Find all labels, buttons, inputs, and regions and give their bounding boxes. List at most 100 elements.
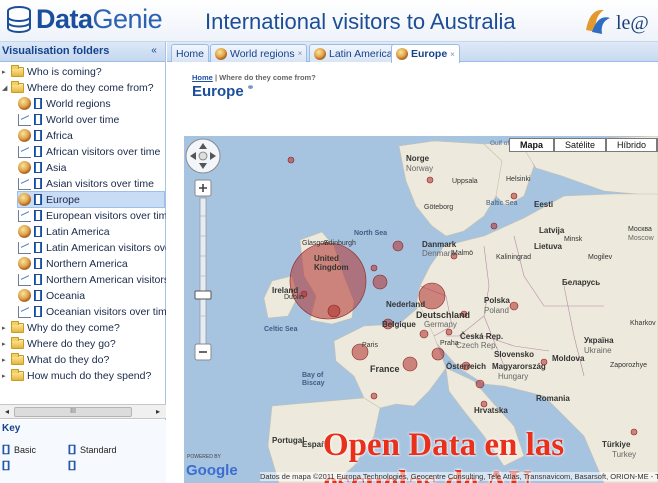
line-chart-icon	[18, 273, 31, 286]
tree-item-what-do-they-do[interactable]: ▸ What do they do?	[2, 351, 109, 368]
app-header: DataGenie International visitors to Aust…	[0, 0, 658, 42]
tree-item-world-over-time[interactable]: World over time	[18, 111, 119, 128]
tree-item-european-visitors-over-time[interactable]: European visitors over time	[18, 207, 166, 224]
key-item-extra	[68, 460, 80, 471]
document-icon	[34, 226, 42, 237]
expand-arrow-icon[interactable]: ▸	[2, 356, 9, 364]
map-type-satellite-button[interactable]: Satélite	[554, 138, 607, 152]
tree-item-oceania[interactable]: Oceania	[18, 287, 85, 304]
map-type-control: Mapa Satélite Híbrido	[509, 138, 658, 152]
app-window: DataGenie International visitors to Aust…	[0, 0, 658, 483]
document-icon	[34, 258, 42, 269]
tree-item-northern-america[interactable]: Northern America	[18, 255, 128, 272]
tree-item-who-is-coming[interactable]: ▸ Who is coming?	[2, 63, 102, 80]
document-icon	[34, 178, 42, 189]
document-icon	[34, 146, 42, 157]
map-icon	[314, 47, 326, 60]
document-icon	[34, 114, 42, 125]
tab-europe[interactable]: Europe ×	[391, 44, 460, 63]
tree-item-europe[interactable]: Europe	[17, 191, 165, 208]
document-icon	[34, 242, 42, 253]
map-icon	[18, 97, 31, 110]
collapse-arrow-icon[interactable]: ◢	[2, 84, 9, 92]
map-icon	[18, 161, 31, 174]
document-icon	[34, 290, 42, 301]
tree-item-northern-american-visitors-over-time[interactable]: Northern American visitors over t	[18, 271, 166, 288]
link-icon[interactable]: ⚭	[247, 82, 255, 92]
folder-icon	[11, 352, 24, 365]
partner-emblem-icon	[586, 9, 610, 34]
document-icon	[34, 274, 42, 285]
main-panel: Home World regions× Latin America× Europ…	[167, 42, 658, 483]
map-icon	[18, 257, 31, 270]
close-tab-icon[interactable]: ×	[450, 50, 455, 59]
breadcrumb-home-link[interactable]: Home	[192, 73, 213, 82]
line-chart-icon	[18, 241, 31, 254]
database-icon	[7, 6, 31, 33]
document-icon	[34, 194, 42, 205]
folder-icon	[11, 336, 24, 349]
app-title: International visitors to Australia	[205, 9, 516, 34]
tree-item-oceanian-visitors-over-time[interactable]: Oceanian visitors over time	[18, 303, 166, 320]
close-tab-icon[interactable]: ×	[298, 49, 303, 58]
scroll-right-icon[interactable]: ▸	[152, 406, 164, 418]
collapse-sidebar-button[interactable]: «	[147, 45, 161, 58]
tree-item-where-do-they-come-from[interactable]: ◢ Where do they come from?	[2, 79, 154, 96]
document-icon	[34, 98, 42, 109]
map-type-map-button[interactable]: Mapa	[509, 138, 555, 152]
tree-item-why-do-they-come[interactable]: ▸ Why do they come?	[2, 319, 120, 336]
tab-home[interactable]: Home	[171, 44, 210, 62]
map-view[interactable]: Norge Norway Gulf of Bothnia Uppsala Hel…	[184, 136, 658, 483]
sidebar: Visualisation folders « ▸ Who is coming? …	[0, 42, 166, 483]
google-logo[interactable]: Google	[186, 462, 238, 479]
tree-item-how-much-do-they-spend[interactable]: ▸ How much do they spend?	[2, 367, 151, 384]
tree-item-where-do-they-go[interactable]: ▸ Where do they go?	[2, 335, 116, 352]
brand-name: DataGenie	[36, 4, 163, 34]
tree-item-africa[interactable]: Africa	[18, 127, 73, 144]
scrollbar-thumb[interactable]: III	[14, 407, 132, 417]
document-icon	[2, 444, 10, 455]
legend-key: Key Basic Standard	[0, 420, 166, 483]
expand-arrow-icon[interactable]: ▸	[2, 324, 9, 332]
map-type-hybrid-button[interactable]: Híbrido	[606, 138, 658, 152]
folder-tree: ▸ Who is coming? ◢ Where do they come from…	[0, 63, 166, 393]
key-item-basic: Basic	[2, 444, 36, 455]
tree-item-latin-america[interactable]: Latin America	[18, 223, 110, 240]
tree-item-asia[interactable]: Asia	[18, 159, 66, 176]
key-item-standard: Standard	[68, 444, 117, 455]
document-icon	[68, 444, 76, 455]
expand-arrow-icon[interactable]: ▸	[2, 372, 9, 380]
powered-by-label: POWERED BY	[187, 454, 221, 460]
breadcrumb: Home | Where do they come from?	[192, 73, 316, 82]
tree-item-african-visitors-over-time[interactable]: African visitors over time	[18, 143, 160, 160]
document-icon	[34, 210, 42, 221]
key-title: Key	[2, 423, 21, 434]
scroll-left-icon[interactable]: ◂	[1, 406, 13, 418]
document-icon	[34, 130, 42, 141]
map-icon	[18, 193, 31, 206]
tab-world-regions[interactable]: World regions ×	[210, 44, 308, 62]
tab-bar: Home World regions× Latin America× Europ…	[167, 42, 658, 63]
document-icon	[34, 306, 42, 317]
tree-item-latin-american-visitors-over-time[interactable]: Latin American visitors over time	[18, 239, 166, 256]
map-navigation-control[interactable]	[184, 136, 222, 366]
expand-arrow-icon[interactable]: ▸	[2, 68, 9, 76]
sidebar-title: Visualisation folders	[2, 45, 110, 57]
line-chart-icon	[18, 177, 31, 190]
map-icon	[18, 225, 31, 238]
line-chart-icon	[18, 113, 31, 126]
map-icon	[215, 47, 227, 60]
line-chart-icon	[18, 145, 31, 158]
page-title: Europe ⚭	[192, 82, 255, 100]
map-icon	[18, 289, 31, 302]
expand-arrow-icon[interactable]: ▸	[2, 340, 9, 348]
folder-icon	[11, 64, 24, 77]
sidebar-horizontal-scrollbar[interactable]: ◂ III ▸	[0, 404, 166, 419]
sidebar-header: Visualisation folders «	[0, 42, 165, 62]
map-icon	[18, 129, 31, 142]
tree-item-world-regions[interactable]: World regions	[18, 95, 111, 112]
map-icon	[396, 48, 408, 60]
folder-icon	[11, 320, 24, 333]
line-chart-icon	[18, 305, 31, 318]
tree-item-asian-visitors-over-time[interactable]: Asian visitors over time	[18, 175, 154, 192]
